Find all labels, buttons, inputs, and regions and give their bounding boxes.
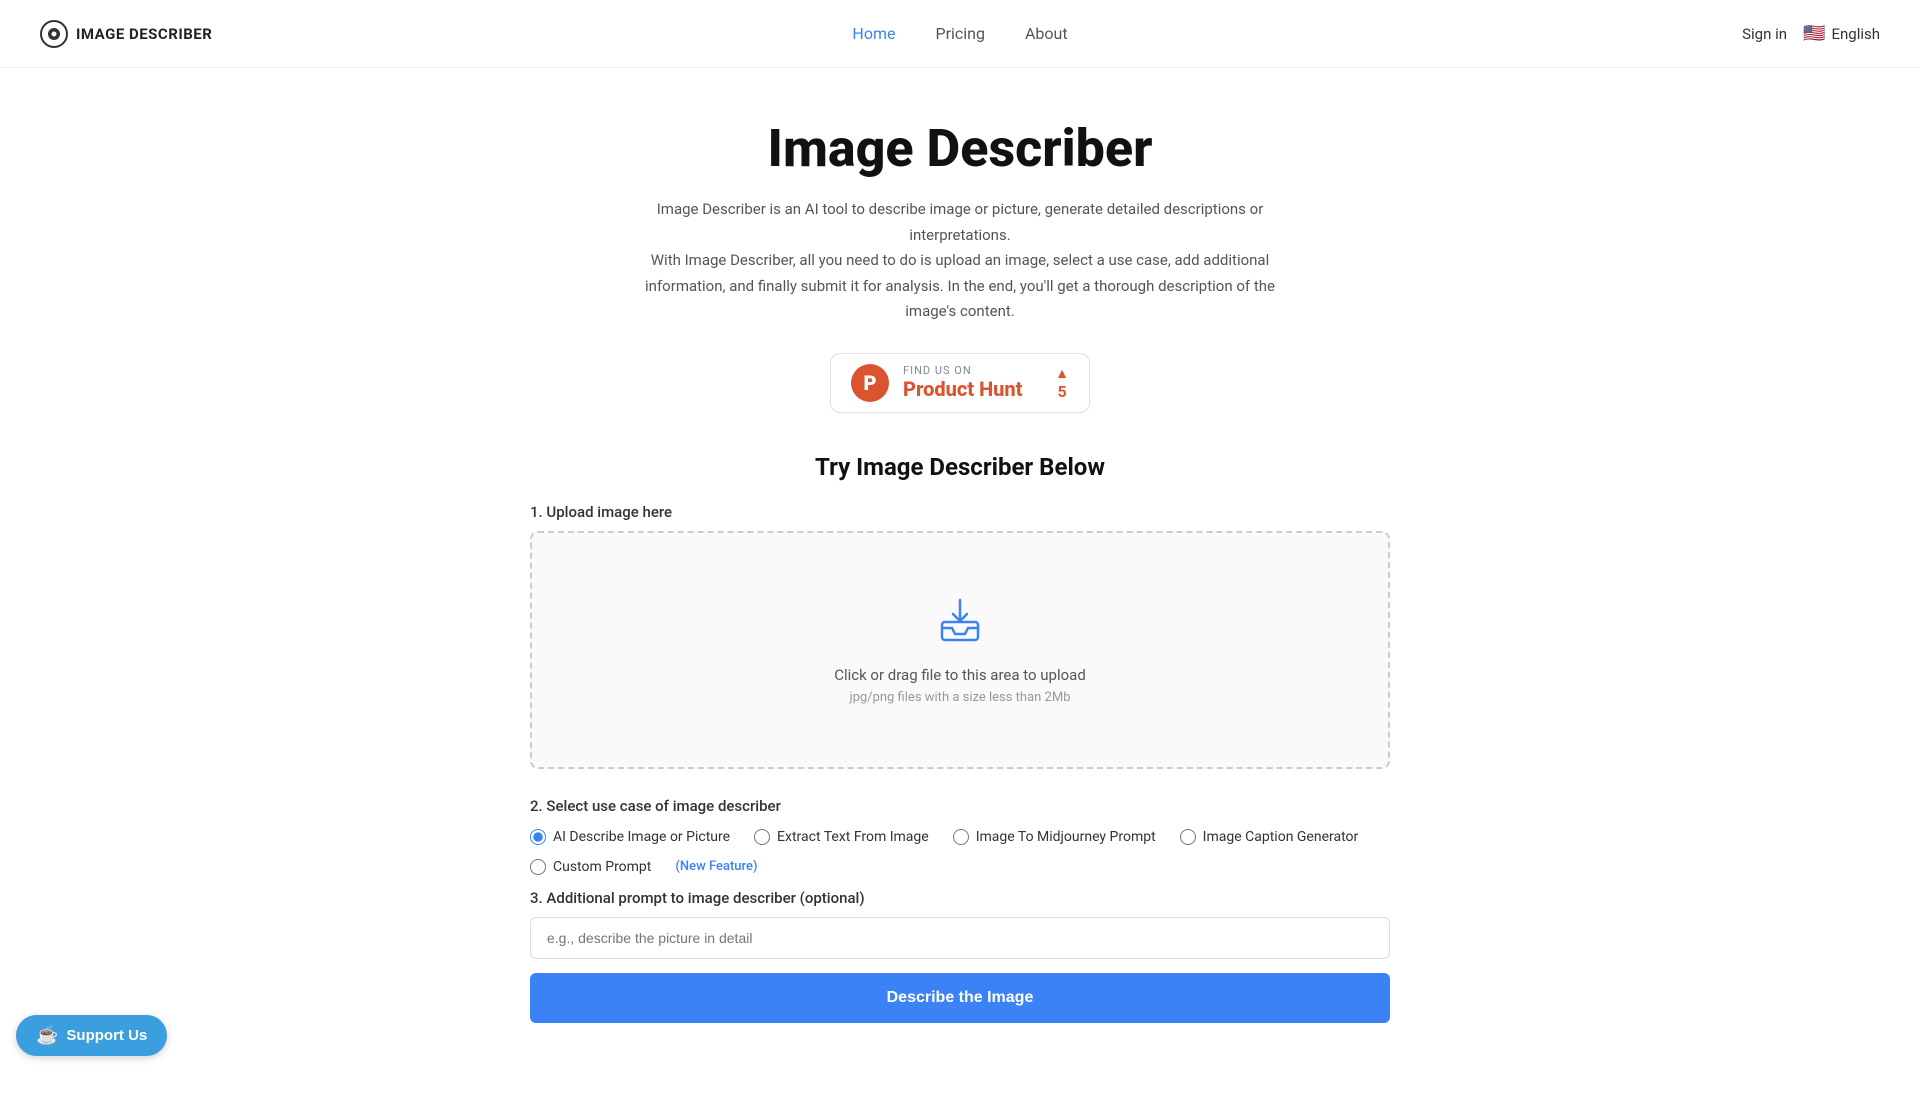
radio-extract-text-input[interactable] [754,829,770,845]
heart-icon: ☕ [36,1025,58,1046]
radio-caption[interactable]: Image Caption Generator [1180,829,1359,845]
radio-ai-describe[interactable]: AI Describe Image or Picture [530,829,730,845]
support-us-button[interactable]: ☕ Support Us [16,1015,167,1056]
radio-midjourney-label: Image To Midjourney Prompt [976,829,1156,845]
prompt-input[interactable] [530,917,1390,959]
product-hunt-badge[interactable]: P FIND US ON Product Hunt ▲ 5 [830,353,1090,413]
nav-links: Home Pricing About [852,24,1067,43]
radio-caption-input[interactable] [1180,829,1196,845]
ph-vote-count: 5 [1057,382,1066,401]
ph-arrow-icon: ▲ [1055,365,1069,382]
logo[interactable]: IMAGE DESCRIBER [40,20,212,48]
logo-text: IMAGE DESCRIBER [76,25,212,43]
upload-hint: jpg/png files with a size less than 2Mb [849,690,1070,705]
hero-title: Image Describer [530,118,1390,179]
nav-pricing[interactable]: Pricing [935,24,985,43]
language-label: English [1831,25,1880,43]
nav-home[interactable]: Home [852,24,895,43]
upload-label: 1. Upload image here [530,503,1390,521]
navbar-right: Sign in 🇺🇸 English [1742,23,1880,44]
new-feature-badge: (New Feature) [675,859,757,874]
radio-custom-label: Custom Prompt [553,859,651,875]
hero-subtitle-line1: Image Describer is an AI tool to describ… [657,200,1264,244]
ph-logo: P [851,364,889,402]
hero-subtitle: Image Describer is an AI tool to describ… [620,197,1300,325]
radio-ai-describe-label: AI Describe Image or Picture [553,829,730,845]
ph-name: Product Hunt [903,377,1023,401]
upload-icon [934,594,986,650]
radio-custom-input[interactable] [530,859,546,875]
language-selector[interactable]: 🇺🇸 English [1803,23,1880,44]
radio-extract-text[interactable]: Extract Text From Image [754,829,929,845]
product-hunt-section: P FIND US ON Product Hunt ▲ 5 [530,353,1390,413]
nav-about[interactable]: About [1025,24,1068,43]
radio-extract-text-label: Extract Text From Image [777,829,929,845]
upload-drag-text: Click or drag file to this area to uploa… [834,666,1086,684]
hero-subtitle-line2: With Image Describer, all you need to do… [645,251,1275,320]
use-case-radio-group-2: Custom Prompt (New Feature) [530,859,1390,875]
radio-custom[interactable]: Custom Prompt [530,859,651,875]
sign-in-link[interactable]: Sign in [1742,25,1787,43]
use-case-radio-group: AI Describe Image or Picture Extract Tex… [530,829,1390,845]
upload-area[interactable]: Click or drag file to this area to uploa… [530,531,1390,769]
radio-caption-label: Image Caption Generator [1203,829,1359,845]
support-us-label: Support Us [66,1027,147,1044]
flag-icon: 🇺🇸 [1803,23,1825,44]
ph-votes: ▲ 5 [1055,365,1069,401]
logo-icon [40,20,68,48]
submit-button[interactable]: Describe the Image [530,973,1390,1023]
use-case-label: 2. Select use case of image describer [530,797,1390,815]
radio-ai-describe-input[interactable] [530,829,546,845]
prompt-label: 3. Additional prompt to image describer … [530,889,1390,907]
main-content: Image Describer Image Describer is an AI… [510,68,1410,1103]
radio-midjourney[interactable]: Image To Midjourney Prompt [953,829,1156,845]
try-section-title: Try Image Describer Below [530,453,1390,481]
radio-midjourney-input[interactable] [953,829,969,845]
ph-text: FIND US ON Product Hunt [903,364,1023,401]
navbar: IMAGE DESCRIBER Home Pricing About Sign … [0,0,1920,68]
ph-find-us: FIND US ON [903,364,1023,377]
